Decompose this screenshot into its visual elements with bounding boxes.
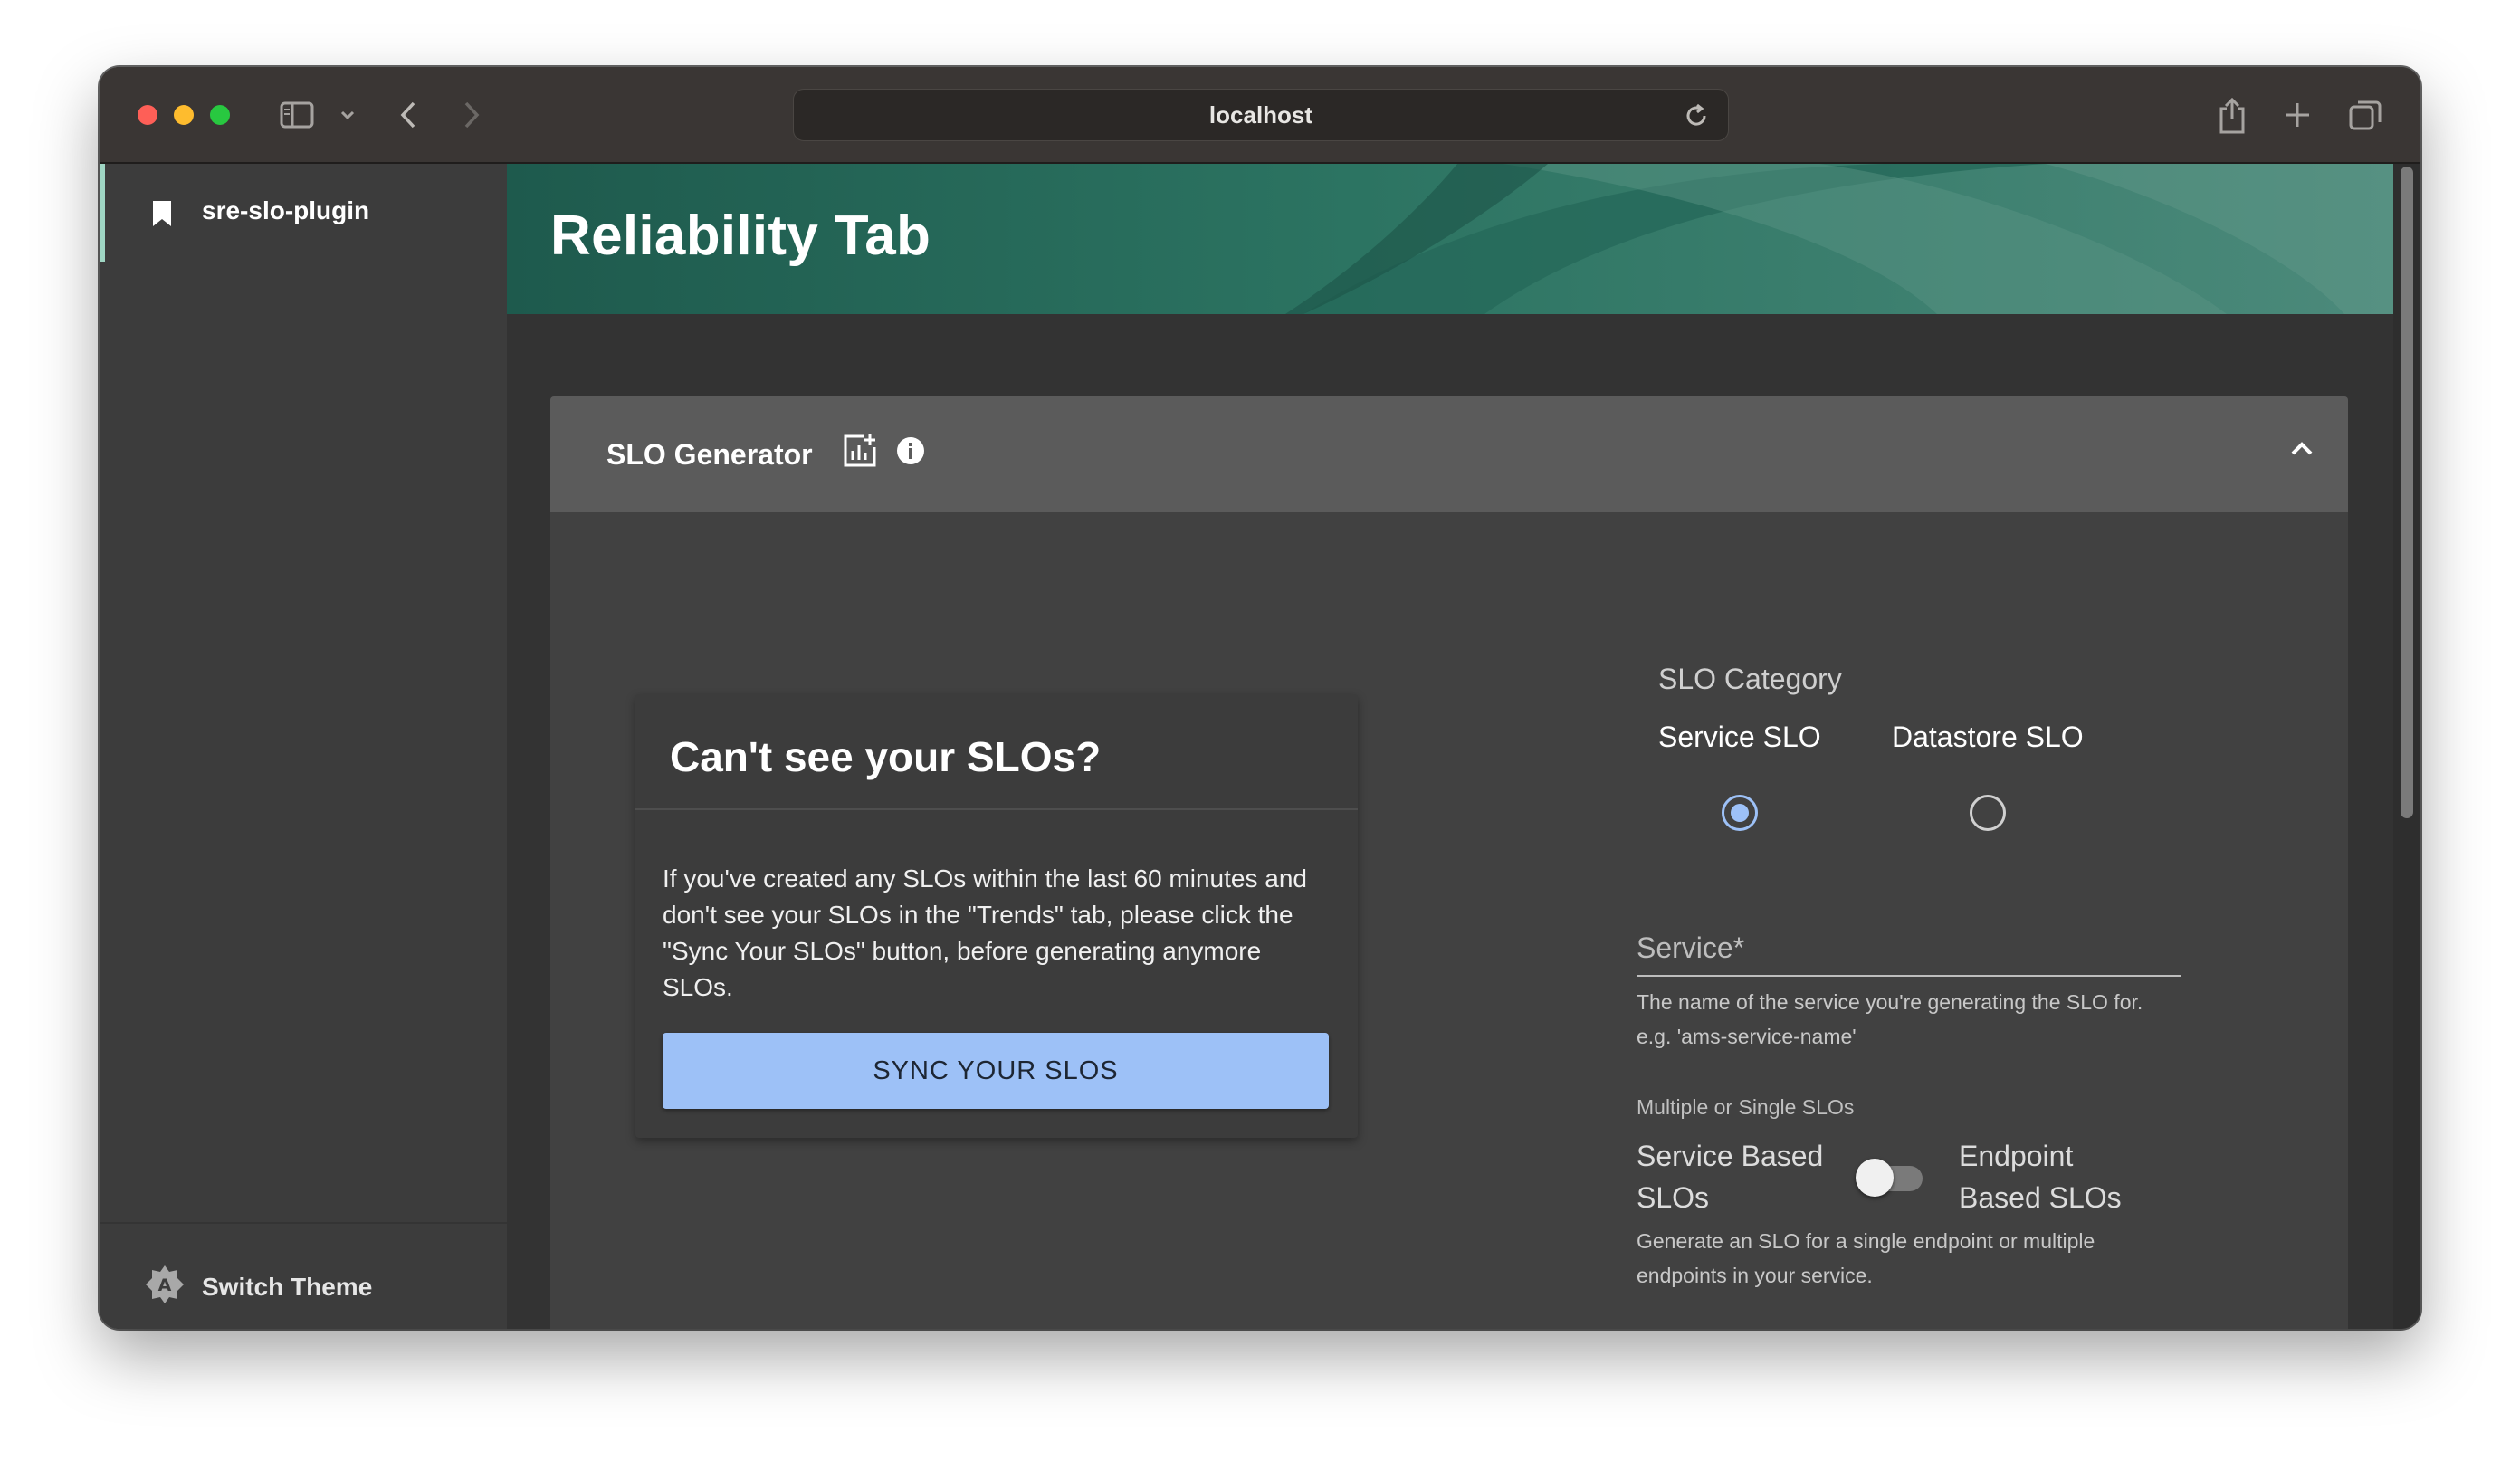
bookmark-icon: [150, 200, 174, 232]
close-window-button[interactable]: [138, 105, 158, 125]
sync-info-card: Can't see your SLOs? If you've created a…: [635, 694, 1358, 1138]
toggle-helper-text: Generate an SLO for a single endpoint or…: [1637, 1224, 2095, 1293]
forward-arrow-icon[interactable]: [458, 94, 485, 136]
multi-single-label: Multiple or Single SLOs: [1637, 1095, 1855, 1119]
scrollbar-thumb[interactable]: [2401, 167, 2413, 818]
minimize-window-button[interactable]: [174, 105, 194, 125]
back-arrow-icon[interactable]: [395, 94, 422, 136]
service-slo-radio[interactable]: [1722, 795, 1758, 831]
service-helper-line-2: e.g. 'ams-service-name': [1637, 1025, 1857, 1048]
accordion-header[interactable]: SLO Generator: [550, 396, 2348, 512]
add-chart-icon: [842, 433, 878, 473]
slo-mode-toggle[interactable]: [1856, 1159, 1894, 1197]
toggle-helper-line-2: endpoints in your service.: [1637, 1264, 1873, 1287]
chevron-up-icon[interactable]: [2290, 440, 2314, 461]
sidebar: sre-slo-plugin A Switch Theme: [100, 164, 507, 1329]
info-card-text: If you've created any SLOs within the la…: [663, 864, 1307, 1001]
sidebar-item-label: sre-slo-plugin: [202, 196, 370, 224]
datastore-slo-label: Datastore SLO: [1892, 721, 2084, 753]
toggle-right-line-1: Endpoint: [1959, 1140, 2074, 1172]
service-helper-text: The name of the service you're generatin…: [1637, 985, 2143, 1054]
sidebar-item-sre-slo-plugin[interactable]: sre-slo-plugin: [100, 164, 507, 262]
page-header: Reliability Tab: [507, 164, 2393, 314]
service-input-underline: [1637, 975, 2181, 977]
url-text: localhost: [1208, 100, 1313, 129]
toggle-left-label: Service Based SLOs: [1637, 1135, 1823, 1218]
theme-icon: A: [145, 1265, 185, 1309]
new-tab-icon[interactable]: [2279, 94, 2315, 136]
address-bar[interactable]: localhost: [793, 89, 1729, 141]
reload-icon[interactable]: [1683, 102, 1710, 134]
tab-overview-icon[interactable]: [2346, 94, 2384, 136]
toggle-right-label: Endpoint Based SLOs: [1959, 1135, 2122, 1218]
zoom-window-button[interactable]: [210, 105, 230, 125]
sync-your-slos-button[interactable]: SYNC YOUR SLOS: [663, 1033, 1329, 1109]
info-icon[interactable]: [896, 436, 925, 470]
chevron-down-icon[interactable]: [339, 94, 357, 136]
svg-text:A: A: [158, 1275, 172, 1295]
toggle-left-line-2: SLOs: [1637, 1181, 1710, 1214]
share-icon[interactable]: [2214, 94, 2250, 136]
switch-theme-label: Switch Theme: [202, 1273, 373, 1301]
toggle-right-line-2: Based SLOs: [1959, 1181, 2122, 1214]
switch-theme-button[interactable]: A Switch Theme: [100, 1222, 507, 1329]
info-card-header: Can't see your SLOs?: [635, 694, 1358, 810]
sidebar-toggle-icon[interactable]: [277, 94, 317, 136]
slo-category-label: SLO Category: [1658, 663, 1842, 695]
datastore-slo-radio[interactable]: [1970, 795, 2006, 831]
service-slo-label: Service SLO: [1658, 721, 1821, 753]
browser-toolbar: localhost: [100, 67, 2420, 164]
toggle-helper-line-1: Generate an SLO for a single endpoint or…: [1637, 1229, 2095, 1253]
info-card-title: Can't see your SLOs?: [670, 733, 1102, 780]
service-helper-line-1: The name of the service you're generatin…: [1637, 990, 2143, 1014]
toggle-left-line-1: Service Based: [1637, 1140, 1824, 1172]
service-input[interactable]: Service*: [1637, 931, 1744, 965]
browser-window: localhost sre-slo-plugin A Switch Theme …: [100, 67, 2420, 1329]
accordion-title: SLO Generator: [606, 438, 813, 471]
sidebar-active-indicator: [100, 164, 105, 262]
page-title: Reliability Tab: [550, 205, 931, 267]
